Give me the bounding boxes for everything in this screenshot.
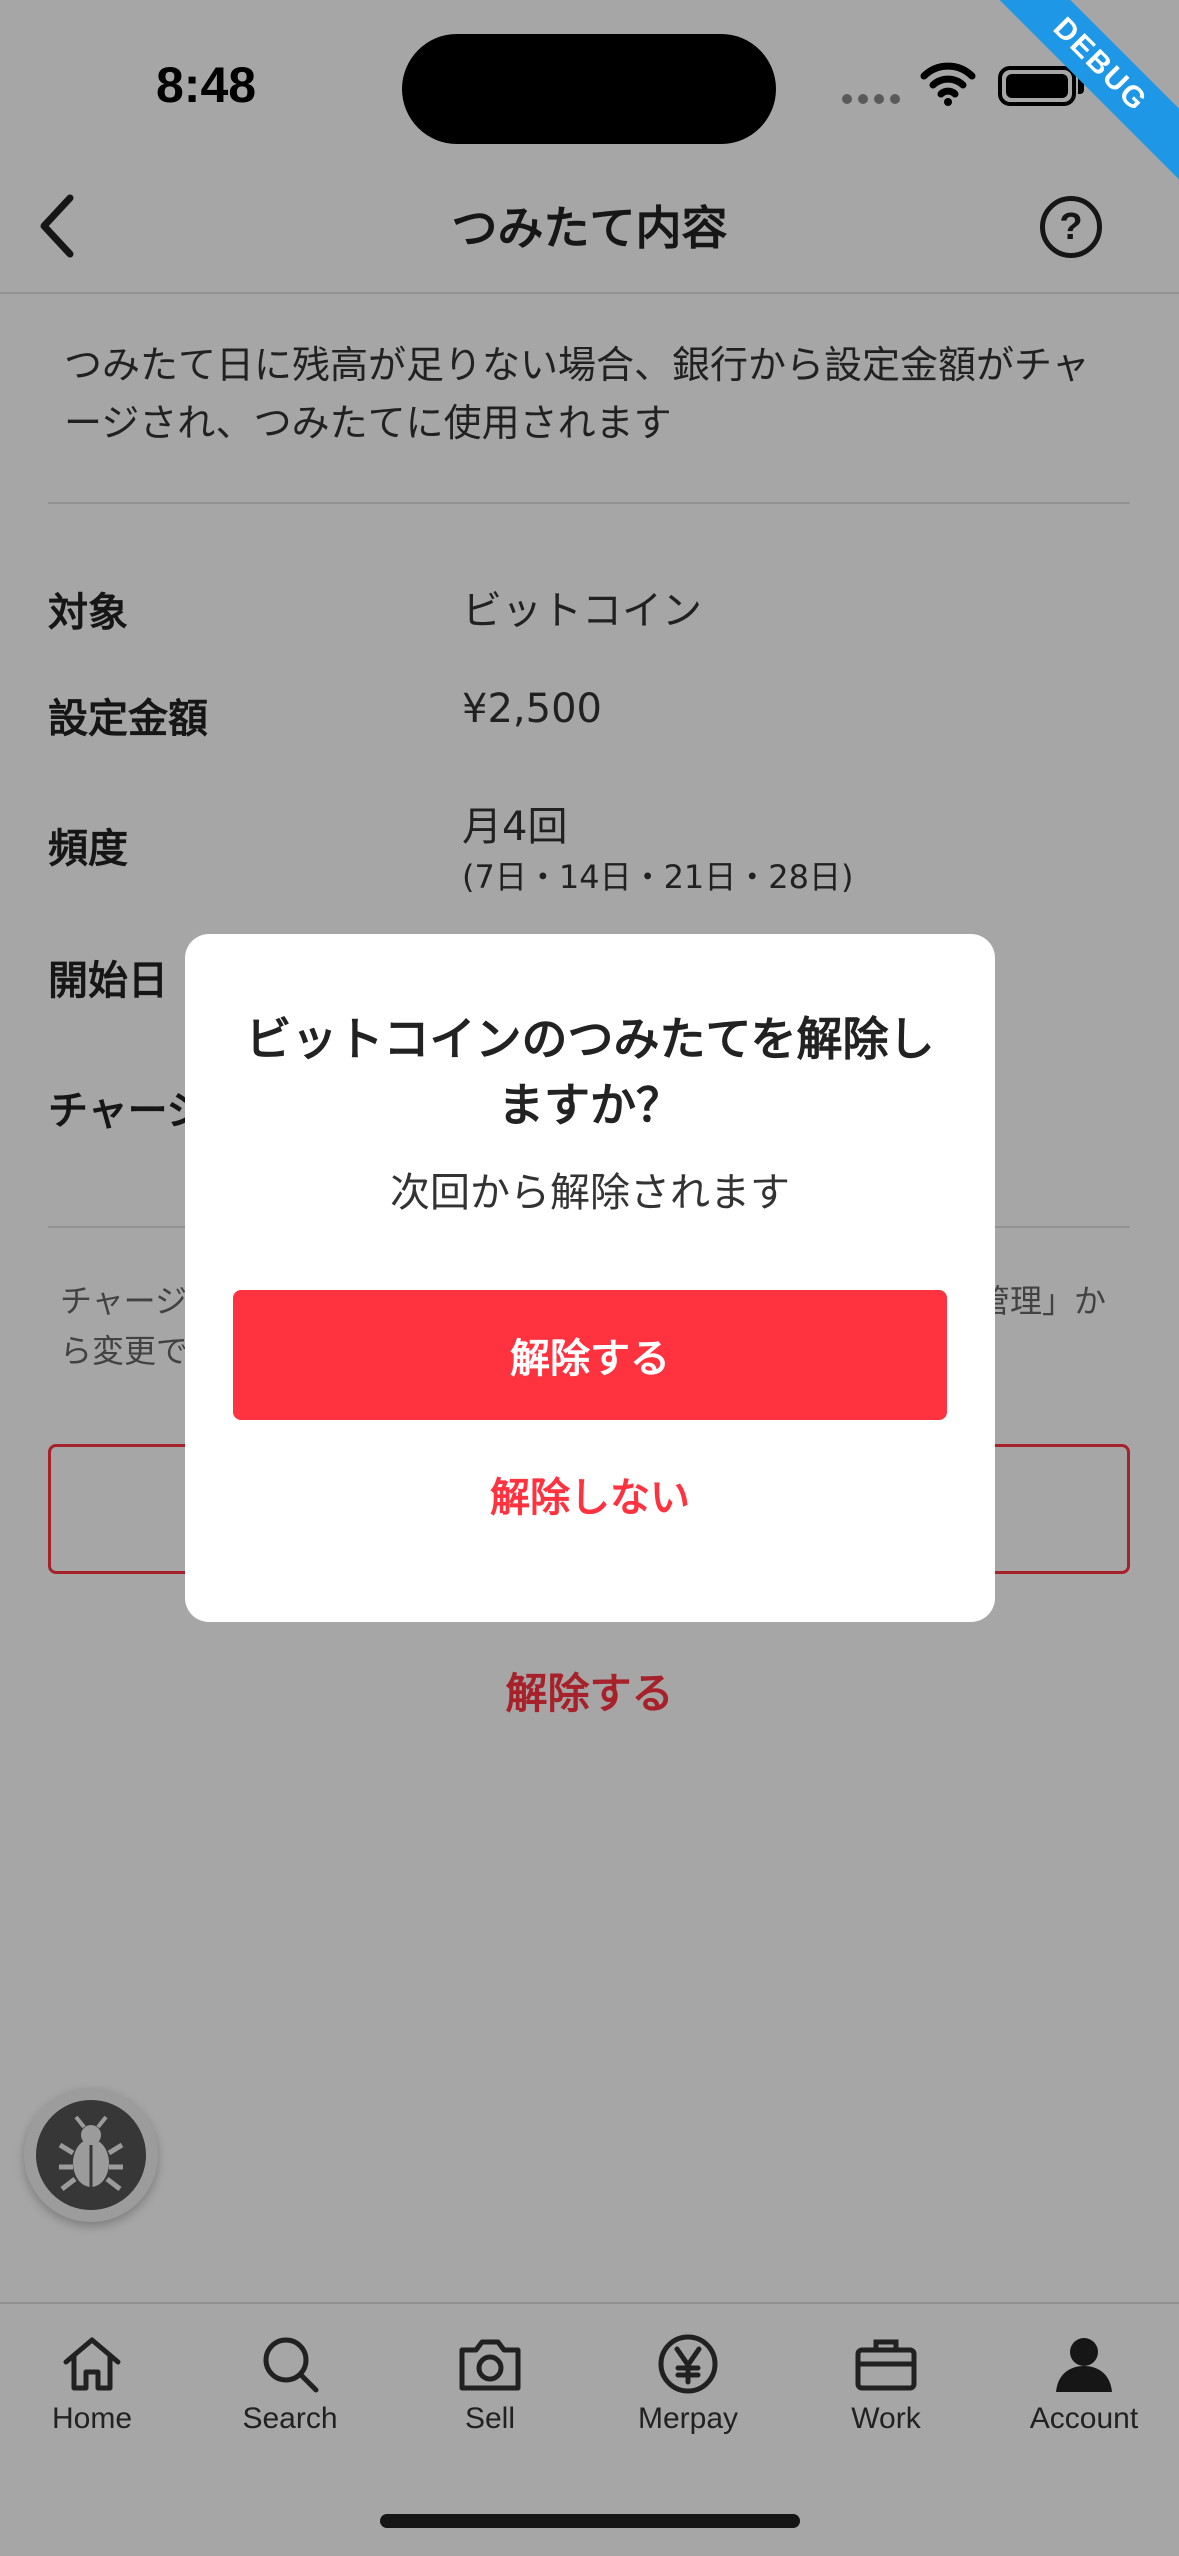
dialog-title: ビットコインのつみたてを解除しますか？ <box>245 1012 935 1132</box>
screen: 8:48 つみたて内容 ? つみたて日に残高が足りない場合、銀行から設定金額がチ… <box>0 0 1179 2556</box>
dialog-message: 次回から解除されます <box>390 1170 790 1216</box>
dismiss-button[interactable]: 解除しない <box>233 1444 947 1544</box>
confirm-cancel-button[interactable]: 解除する <box>233 1290 947 1420</box>
cancel-confirmation-dialog: ビットコインのつみたてを解除しますか？ 次回から解除されます 解除する 解除しな… <box>185 934 995 1622</box>
